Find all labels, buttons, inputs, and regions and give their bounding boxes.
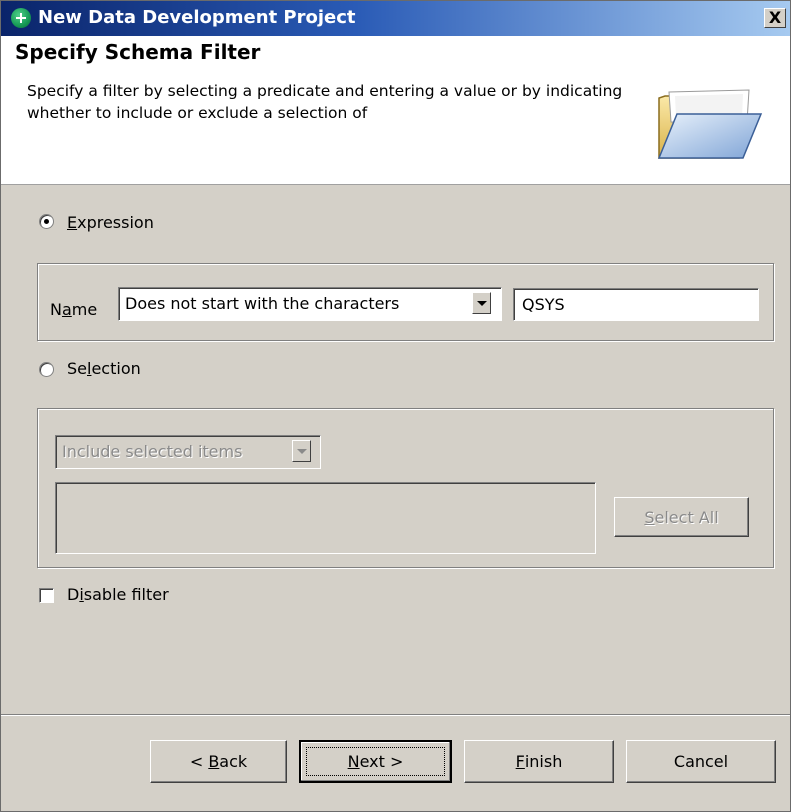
chevron-down-icon[interactable] bbox=[292, 440, 311, 462]
open-folder-icon bbox=[657, 89, 763, 159]
wizard-header: Specify Schema Filter Specify a filter b… bbox=[1, 36, 790, 185]
title-bar[interactable]: New Data Development Project X bbox=[1, 1, 790, 36]
include-mode-dropdown[interactable]: Include selected items bbox=[55, 435, 321, 469]
close-button[interactable]: X bbox=[764, 8, 786, 28]
chevron-down-icon[interactable] bbox=[472, 292, 491, 314]
expression-group: Name Does not start with the characters … bbox=[37, 263, 774, 341]
select-all-button[interactable]: Select All bbox=[614, 497, 749, 537]
expression-radio-label[interactable]: Expression bbox=[67, 213, 154, 232]
predicate-dropdown[interactable]: Does not start with the characters bbox=[118, 287, 502, 321]
name-label: Name bbox=[50, 300, 98, 319]
selection-list[interactable] bbox=[55, 482, 596, 554]
window-title: New Data Development Project bbox=[38, 7, 356, 28]
disable-filter-checkbox[interactable] bbox=[39, 588, 54, 603]
back-button[interactable]: < Back bbox=[150, 740, 287, 783]
expression-radio[interactable] bbox=[39, 214, 54, 229]
page-description: Specify a filter by selecting a predicat… bbox=[27, 82, 623, 122]
page-title: Specify Schema Filter bbox=[15, 40, 261, 64]
selection-radio[interactable] bbox=[39, 362, 54, 377]
finish-button[interactable]: Finish bbox=[464, 740, 614, 783]
selection-group: Include selected items Select All bbox=[37, 408, 774, 568]
new-data-development-project-dialog: New Data Development Project X Specify S… bbox=[0, 0, 791, 812]
filter-value-input[interactable]: QSYS bbox=[513, 288, 759, 321]
app-icon bbox=[11, 8, 31, 28]
include-mode-value: Include selected items bbox=[62, 442, 243, 461]
filter-value-text: QSYS bbox=[522, 295, 565, 314]
next-button[interactable]: Next > bbox=[299, 740, 452, 783]
selection-radio-label[interactable]: Selection bbox=[67, 359, 141, 378]
cancel-button[interactable]: Cancel bbox=[626, 740, 776, 783]
disable-filter-label[interactable]: Disable filter bbox=[67, 585, 169, 604]
button-bar-separator bbox=[1, 714, 790, 716]
predicate-value: Does not start with the characters bbox=[125, 294, 400, 313]
